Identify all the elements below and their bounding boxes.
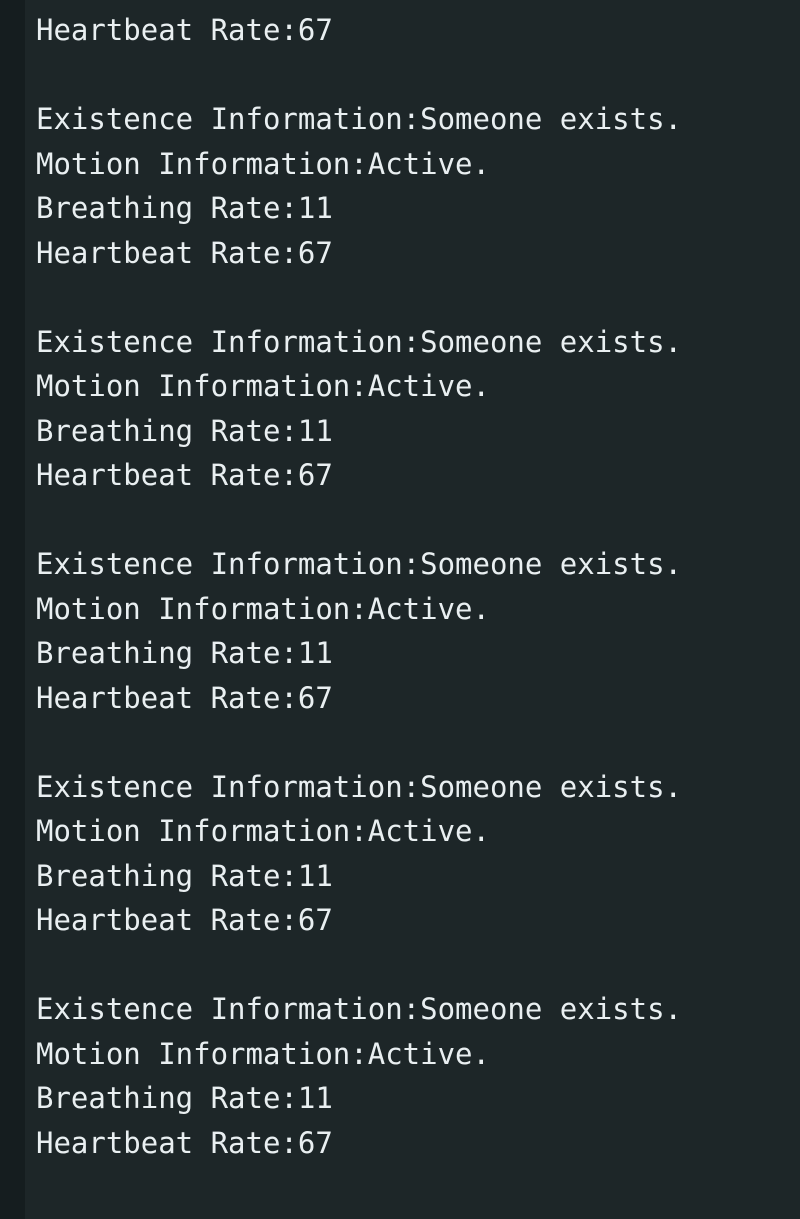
log-line-existence: Existence Information:Someone exists. <box>36 324 683 359</box>
log-line-motion: Motion Information:Active. <box>36 591 490 626</box>
log-line-heartbeat: Heartbeat Rate:67 <box>36 458 333 492</box>
log-line-blank <box>25 498 800 543</box>
log-line-motion: Motion Information:Active. <box>36 814 490 848</box>
log-block: Existence Information:Someone exists. Mo… <box>25 987 800 1165</box>
log-line-heartbeat: Heartbeat Rate:67 <box>36 1125 333 1160</box>
log-line-breathing: Breathing Rate:11 <box>36 413 333 448</box>
log-block-partial: Heartbeat Rate:67 <box>25 8 800 97</box>
log-line-motion: Motion Information:Active. <box>36 146 490 181</box>
log-line-motion: Motion Information:Active. <box>36 369 490 403</box>
log-line-heartbeat: Heartbeat Rate:67 <box>36 13 333 47</box>
log-line-blank <box>25 53 800 98</box>
console-gutter <box>0 0 25 1219</box>
console-window: Heartbeat Rate:67 Existence Information:… <box>0 0 800 1219</box>
log-line-heartbeat: Heartbeat Rate:67 <box>36 903 333 937</box>
log-line-breathing: Breathing Rate:11 <box>36 636 333 670</box>
log-line-motion: Motion Information:Active. <box>36 1036 490 1071</box>
log-line-blank <box>25 275 800 320</box>
log-block: Existence Information:Someone exists. Mo… <box>25 765 800 988</box>
log-output-area[interactable]: Heartbeat Rate:67 Existence Information:… <box>25 0 800 1219</box>
log-line-existence: Existence Information:Someone exists. <box>36 102 683 136</box>
log-block: Existence Information:Someone exists. Mo… <box>25 320 800 543</box>
log-line-breathing: Breathing Rate:11 <box>36 1081 333 1115</box>
log-block: Existence Information:Someone exists. Mo… <box>25 97 800 320</box>
log-line-existence: Existence Information:Someone exists. <box>36 769 683 804</box>
log-line-blank <box>25 943 800 988</box>
log-line-heartbeat: Heartbeat Rate:67 <box>36 680 333 715</box>
log-line-breathing: Breathing Rate:11 <box>36 191 333 225</box>
log-line-existence: Existence Information:Someone exists. <box>36 547 683 581</box>
log-line-heartbeat: Heartbeat Rate:67 <box>36 235 333 270</box>
log-block: Existence Information:Someone exists. Mo… <box>25 542 800 765</box>
log-line-existence: Existence Information:Someone exists. <box>36 992 683 1026</box>
log-line-blank <box>25 720 800 765</box>
log-line-breathing: Breathing Rate:11 <box>36 858 333 893</box>
